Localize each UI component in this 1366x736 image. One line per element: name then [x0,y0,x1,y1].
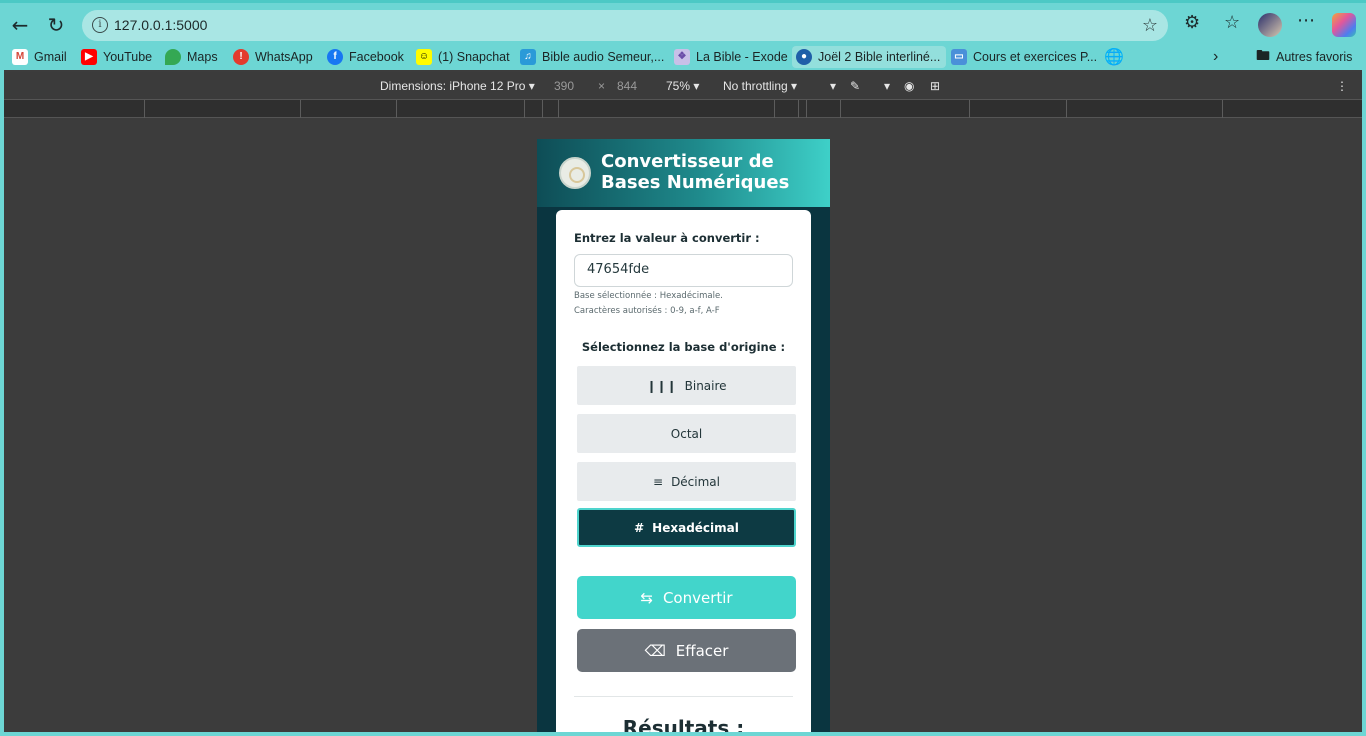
base-button-decimal[interactable]: ≡ Décimal [577,462,796,501]
devtools-more-icon[interactable]: ⋮ [1336,79,1348,93]
input-label: Entrez la valeur à convertir : [574,231,760,245]
info-icon[interactable]: i [92,17,108,33]
bookmark-cours[interactable]: ▭ Cours et exercices P... [951,48,1097,66]
maps-icon [165,49,181,65]
more-options-chevron-icon[interactable]: ▾ [830,79,836,93]
favorites-icon[interactable]: ☆ [1224,12,1240,33]
bookmark-label: Gmail [34,50,67,64]
divider [574,696,793,697]
throttling-select[interactable]: No throttling ▾ [723,79,797,93]
base-button-label: Hexadécimal [652,520,739,535]
bookmark-interlinear[interactable]: ● Joël 2 Bible interliné... [792,46,947,68]
bookmark-bible-audio[interactable]: ♫ Bible audio Semeur,... [520,48,664,66]
device-dimensions-select[interactable]: Dimensions: iPhone 12 Pro ▾ [380,79,535,93]
url-text[interactable]: 127.0.0.1:5000 [114,17,207,33]
eraser-icon: ⌫ [644,641,666,660]
value-input[interactable]: 47654fde [574,254,793,287]
more-icon[interactable]: ⋯ [1297,10,1315,31]
select-base-label: Sélectionnez la base d'origine : [581,340,786,354]
app-title: Convertisseur de Bases Numériques [601,151,790,193]
back-icon[interactable]: ← [6,11,34,39]
bible-audio-icon: ♫ [520,49,536,65]
zoom-label: 75% [666,79,691,93]
address-bar[interactable]: i 127.0.0.1:5000 ☆ [82,10,1168,41]
bookmark-label: (1) Snapchat [438,50,510,64]
bookmark-label: Bible audio Semeur,... [542,50,665,64]
dimensions-times: × [598,79,606,93]
throttling-label: No throttling [723,79,788,93]
course-icon: ▭ [951,49,967,65]
vision-chevron-icon[interactable]: ▾ [884,79,890,93]
whatsapp-icon: ! [233,49,249,65]
selected-base-hint: Base sélectionnée : Hexadécimale. [574,291,723,301]
copilot-icon[interactable] [1332,13,1356,37]
bookmark-other-favorites[interactable]: 🖿 Autres favoris [1256,47,1353,66]
bookmark-label: Joël 2 Bible interliné... [818,50,941,64]
bible-icon: ❖ [674,49,690,65]
youtube-icon: ▶ [81,49,97,65]
interlinear-icon: ● [796,49,812,65]
device-toolbar: Dimensions: iPhone 12 Pro ▾ 390 × 844 75… [4,72,1362,100]
hash-icon: # [634,520,645,535]
bookmark-label: La Bible - Exode [696,50,788,64]
rotate-icon[interactable]: ⊞ [930,79,940,93]
star-icon[interactable]: ☆ [1142,15,1158,36]
browser-toolbar: ← ↻ i 127.0.0.1:5000 ☆ ⚙ ☆ ⋯ [0,0,1366,44]
bookmark-bible-exode[interactable]: ❖ La Bible - Exode [674,48,788,66]
clear-button-label: Effacer [675,641,729,660]
bookmark-gmail[interactable]: M Gmail [12,48,67,66]
bookmarks-bar: M Gmail ▶ YouTube Maps ! WhatsApp f Face… [0,44,1366,70]
list-ordered-icon: ≡ [653,474,664,489]
convert-button[interactable]: ⇆ Convertir [577,576,796,619]
allowed-chars-hint: Caractères autorisés : 0-9, a-f, A-F [574,306,720,316]
device-dimensions-label: Dimensions: iPhone 12 Pro [380,79,526,93]
media-query-ruler [4,100,1362,118]
converter-card: Entrez la valeur à convertir : 47654fde … [556,210,811,732]
bookmark-globe[interactable]: 🌐 [1104,48,1124,66]
bookmark-label: YouTube [103,50,153,64]
eyedropper-icon[interactable]: ✎ [850,79,860,93]
base-button-label: Octal [670,426,703,441]
extensions-icon[interactable]: ⚙ [1184,12,1200,33]
eye-icon[interactable]: ◉ [904,79,914,93]
bookmark-youtube[interactable]: ▶ YouTube [81,48,152,66]
snapchat-icon: ☺ [416,49,432,65]
bookmark-whatsapp[interactable]: ! WhatsApp [233,48,313,66]
bookmark-maps[interactable]: Maps [165,48,218,66]
refresh-icon[interactable]: ↻ [42,11,70,39]
clear-button[interactable]: ⌫ Effacer [577,629,796,672]
bookmark-label: WhatsApp [255,50,313,64]
gmail-icon: M [12,49,28,65]
bookmarks-overflow-chevron-icon[interactable]: › [1213,48,1218,66]
profile-avatar[interactable] [1258,13,1282,37]
base-button-label: Binaire [684,378,727,393]
bookmark-label: Autres favoris [1276,50,1353,64]
window-border-right [1362,70,1366,736]
base-button-hexadecimal[interactable]: # Hexadécimal [577,508,796,547]
convert-button-label: Convertir [662,588,733,607]
facebook-icon: f [327,49,343,65]
base-button-label: Décimal [671,474,720,489]
app-logo [559,157,591,189]
bookmark-label: Facebook [349,50,404,64]
globe-icon: 🌐 [1104,49,1124,66]
bookmark-facebook[interactable]: f Facebook [327,48,404,66]
device-height-input[interactable]: 844 [617,79,637,93]
barcode-icon: ❙❙❙ [646,378,677,393]
results-title: Résultats : [622,716,745,732]
bookmark-label: Maps [187,50,218,64]
base-button-binaire[interactable]: ❙❙❙ Binaire [577,366,796,405]
app-header: Convertisseur de Bases Numériques [537,139,830,207]
base-button-octal[interactable]: Octal [577,414,796,453]
folder-icon: 🖿 [1256,47,1270,63]
bookmark-label: Cours et exercices P... [973,50,1098,64]
mobile-viewport: Convertisseur de Bases Numériques Entrez… [537,139,830,732]
window-border-bottom [0,732,1366,736]
swap-arrows-icon: ⇆ [640,588,653,607]
device-width-input[interactable]: 390 [554,79,574,93]
zoom-select[interactable]: 75% ▾ [666,79,699,93]
bookmark-snapchat[interactable]: ☺ (1) Snapchat [416,48,510,66]
